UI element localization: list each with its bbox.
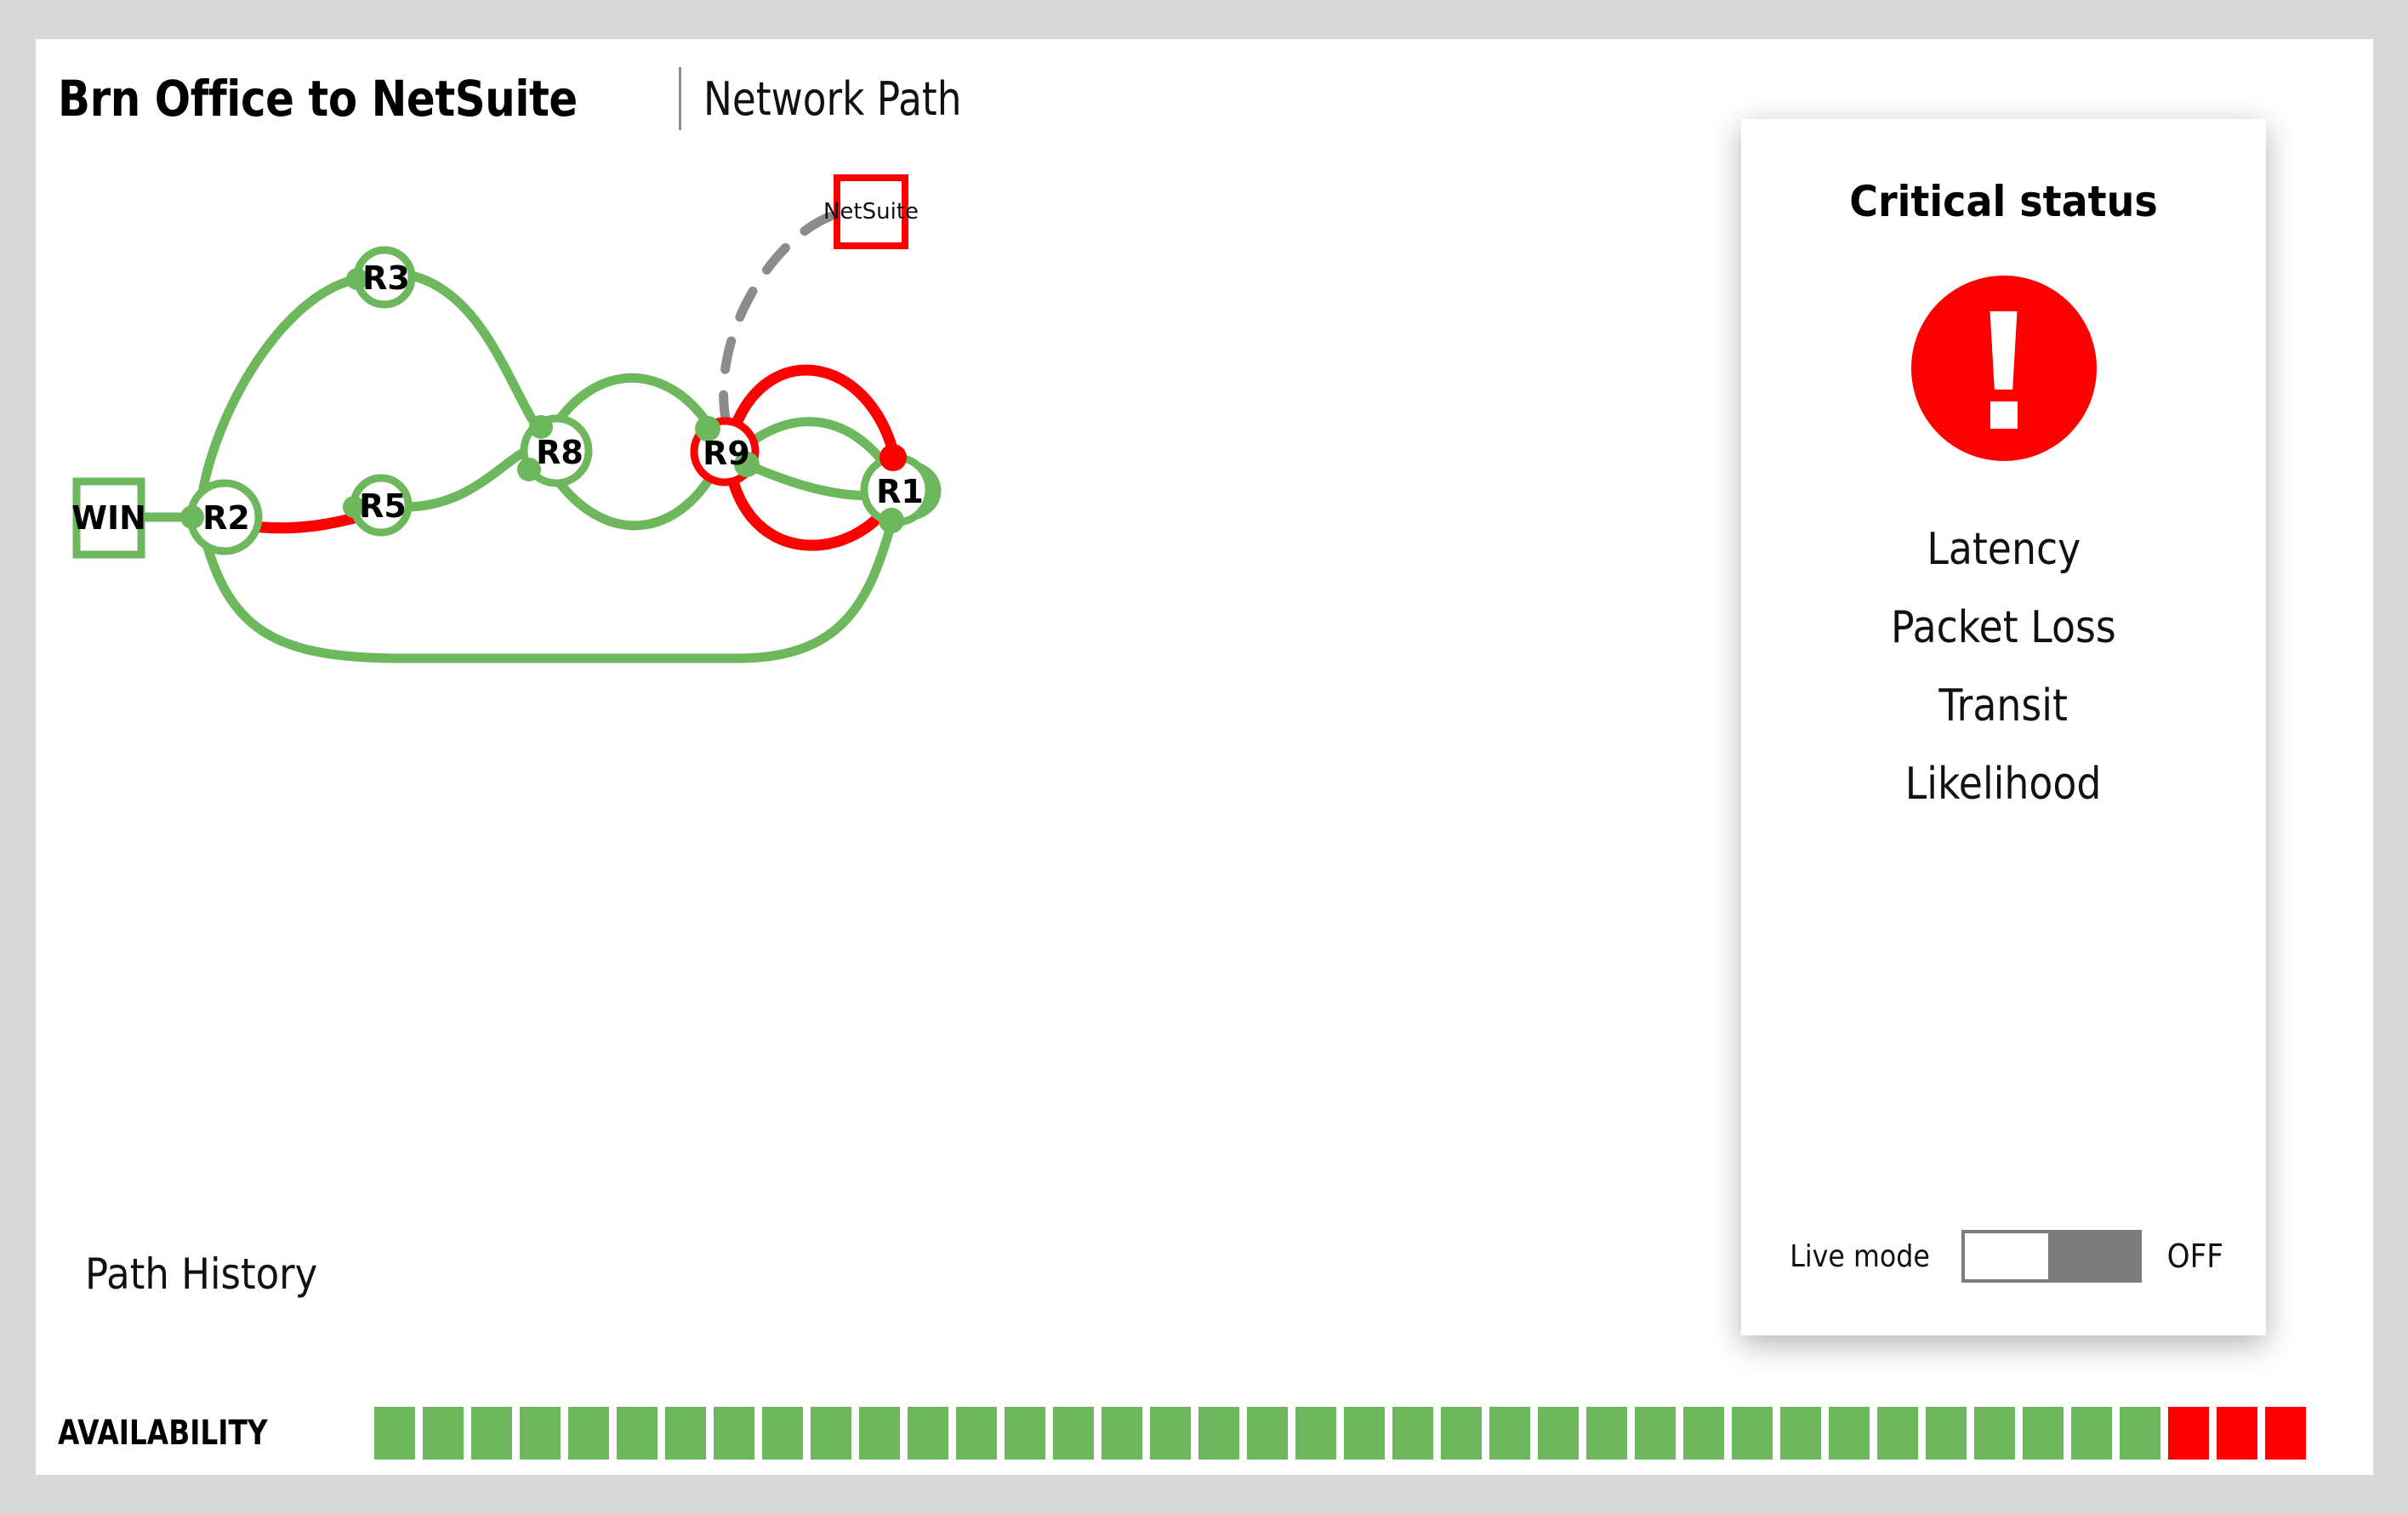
- node-r1-port-critical: [880, 444, 907, 471]
- availability-segment[interactable]: [1053, 1407, 1094, 1460]
- node-r9-label: R9: [703, 435, 750, 472]
- node-r5[interactable]: R5: [343, 474, 413, 537]
- availability-segment[interactable]: [956, 1407, 997, 1460]
- node-r1-label: R1: [876, 473, 924, 510]
- metric-item: Latency: [1927, 524, 2081, 575]
- availability-segment[interactable]: [1150, 1407, 1191, 1460]
- link-r2-bottom: [201, 536, 398, 663]
- availability-segment[interactable]: [1829, 1407, 1870, 1460]
- metric-item: Transit: [1938, 680, 2069, 731]
- node-r2-port: [180, 505, 204, 529]
- app-root: Brn Office to NetSuite Network Path WIN …: [0, 0, 2408, 1514]
- availability-segment[interactable]: [2265, 1407, 2306, 1460]
- critical-status-title: Critical status: [1849, 177, 2158, 226]
- availability-segment[interactable]: [1683, 1407, 1724, 1460]
- critical-status-panel: Critical status Latency Packet Loss Transi…: [1741, 119, 2266, 1335]
- node-r2-label: R2: [202, 499, 250, 537]
- availability-segment[interactable]: [811, 1407, 851, 1460]
- availability-segment[interactable]: [1441, 1407, 1482, 1460]
- availability-segment[interactable]: [1005, 1407, 1045, 1460]
- availability-segment[interactable]: [2023, 1407, 2064, 1460]
- node-r8-label: R8: [536, 434, 583, 471]
- availability-segment[interactable]: [1392, 1407, 1433, 1460]
- exclamation-dot: [1990, 401, 2018, 429]
- availability-segment[interactable]: [859, 1407, 900, 1460]
- availability-segment[interactable]: [762, 1407, 803, 1460]
- live-mode-toggle[interactable]: [1961, 1230, 2143, 1283]
- availability-segment[interactable]: [520, 1407, 561, 1460]
- endpoint-win-label: WIN: [71, 499, 146, 537]
- availability-segment[interactable]: [617, 1407, 658, 1460]
- availability-segment[interactable]: [568, 1407, 609, 1460]
- live-mode-state: OFF: [2166, 1238, 2224, 1275]
- availability-segment[interactable]: [1732, 1407, 1773, 1460]
- availability-segment[interactable]: [1198, 1407, 1239, 1460]
- availability-segment[interactable]: [1780, 1407, 1821, 1460]
- availability-segment[interactable]: [2120, 1407, 2160, 1460]
- availability-segment[interactable]: [2168, 1407, 2209, 1460]
- node-r3[interactable]: R3: [346, 246, 416, 309]
- availability-segment[interactable]: [1926, 1407, 1967, 1460]
- availability-segment[interactable]: [1538, 1407, 1579, 1460]
- path-history-label: Path History: [85, 1249, 318, 1299]
- network-path-graph[interactable]: WIN NetSuite R3 R2 R5 R8 R9 R1: [36, 39, 1839, 1247]
- live-mode-label: Live mode: [1790, 1238, 1930, 1274]
- availability-segment[interactable]: [2217, 1407, 2257, 1460]
- critical-metrics-list: Latency Packet Loss Transit Likelihood: [1741, 524, 2266, 810]
- availability-segment[interactable]: [665, 1407, 706, 1460]
- node-r1-port-bottom: [879, 508, 904, 533]
- link-r9-netsuite-inactive: [719, 208, 849, 429]
- availability-segment[interactable]: [1295, 1407, 1336, 1460]
- endpoint-netsuite[interactable]: NetSuite: [823, 174, 919, 249]
- node-r9[interactable]: R9: [690, 416, 760, 487]
- metric-item: Likelihood: [1905, 759, 2102, 810]
- node-r5-label: R5: [359, 487, 407, 525]
- availability-bar[interactable]: [374, 1407, 2306, 1460]
- link-r5-r8: [403, 444, 534, 512]
- endpoint-netsuite-label: NetSuite: [823, 199, 919, 225]
- availability-segment[interactable]: [1586, 1407, 1627, 1460]
- availability-segment[interactable]: [1635, 1407, 1676, 1460]
- availability-segment[interactable]: [471, 1407, 512, 1460]
- availability-segment[interactable]: [908, 1407, 948, 1460]
- exclamation-stem: [1990, 311, 2018, 390]
- endpoint-win[interactable]: WIN: [71, 477, 146, 559]
- availability-segment[interactable]: [423, 1407, 464, 1460]
- metric-item: Packet Loss: [1891, 602, 2116, 653]
- availability-segment[interactable]: [1102, 1407, 1142, 1460]
- availability-segment[interactable]: [1247, 1407, 1288, 1460]
- node-r8[interactable]: R8: [517, 414, 593, 487]
- link-r8-r9-upper: [549, 373, 713, 431]
- availability-segment[interactable]: [1344, 1407, 1385, 1460]
- availability-segment[interactable]: [1489, 1407, 1530, 1460]
- node-r3-label: R3: [362, 259, 410, 297]
- availability-segment[interactable]: [374, 1407, 415, 1460]
- live-mode-toggle-knob[interactable]: [1961, 1230, 2052, 1283]
- live-mode-row[interactable]: Live mode OFF: [1741, 1230, 2266, 1283]
- availability-segment[interactable]: [1877, 1407, 1918, 1460]
- link-r3-r8: [407, 270, 546, 437]
- availability-segment[interactable]: [2071, 1407, 2112, 1460]
- availability-row: AVAILABILITY: [58, 1386, 2346, 1480]
- exclamation-icon: [1910, 276, 2097, 461]
- availability-label: AVAILABILITY: [58, 1414, 268, 1453]
- availability-segment[interactable]: [1974, 1407, 2015, 1460]
- link-r9-r1-upper: [743, 417, 891, 471]
- availability-segment[interactable]: [714, 1407, 754, 1460]
- critical-status-icon-wrap: [1741, 276, 2266, 461]
- node-r2[interactable]: R2: [180, 479, 263, 555]
- link-r2-r3: [196, 274, 362, 504]
